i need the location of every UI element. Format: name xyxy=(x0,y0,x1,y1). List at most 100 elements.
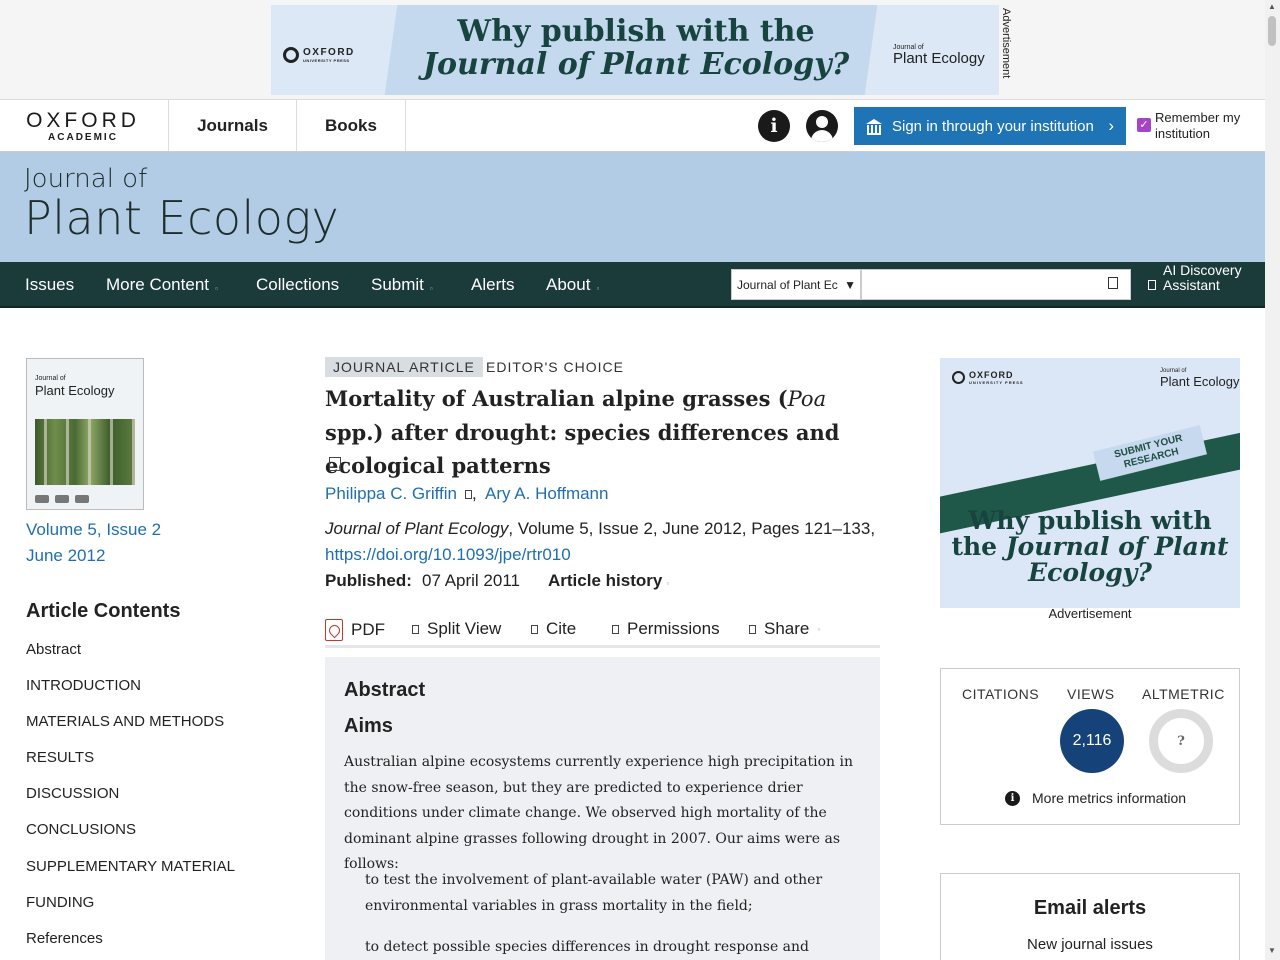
toc-item-references[interactable]: References xyxy=(26,930,103,947)
toc-item-funding[interactable]: FUNDING xyxy=(26,894,94,911)
nav-about[interactable]: About ▫ xyxy=(546,275,599,295)
views-label: VIEWS xyxy=(1067,686,1115,702)
toc-item-conclusions[interactable]: CONCLUSIONS xyxy=(26,821,136,838)
search-icon[interactable] xyxy=(1108,277,1118,289)
toc-item-discussion[interactable]: DISCUSSION xyxy=(26,785,119,802)
permissions-button[interactable]: Permissions xyxy=(612,619,720,639)
nav-submit[interactable]: Submit ▫ xyxy=(371,275,433,295)
search-scope-value: Journal of Plant Ec xyxy=(737,277,838,292)
split-view-label: Split View xyxy=(427,619,502,638)
side-ad-headline-italic: Journal of Plant Ecology? xyxy=(1005,532,1229,587)
email-alerts-title: Email alerts xyxy=(1033,897,1147,919)
scroll-up-arrow-icon[interactable]: ▲ xyxy=(1268,2,1276,11)
volume-issue-link[interactable]: Volume 5, Issue 2 xyxy=(26,520,161,540)
altmetric-donut[interactable]: ? xyxy=(1149,709,1213,773)
search-scope-select[interactable]: Journal of Plant Ec ▼ xyxy=(731,269,861,300)
chevron-down-icon: ▫ xyxy=(215,283,218,293)
journal-title[interactable]: Journal of Plant Ecology xyxy=(24,165,339,243)
article-history-toggle[interactable]: Article history ▫ xyxy=(548,571,669,591)
nav-books[interactable]: Books xyxy=(296,100,406,151)
citation-journal: Journal of Plant Ecology xyxy=(325,519,509,538)
scroll-thumb[interactable] xyxy=(1268,16,1276,46)
ad-headline: Why publish with the Journal of Plant Ec… xyxy=(421,15,851,81)
ai-assistant-icon[interactable] xyxy=(1148,280,1156,290)
title-part2: spp.) after drought: species differences… xyxy=(325,420,840,478)
title-part1: Mortality of Australian alpine grasses ( xyxy=(325,386,788,411)
advertisement-label: Advertisement xyxy=(1000,8,1012,79)
altmetric-label: ALTMETRIC xyxy=(1142,686,1225,702)
share-button[interactable]: Share ▫ xyxy=(749,619,820,639)
side-ad-caption: Advertisement xyxy=(1048,606,1132,621)
toc-item-supplementary[interactable]: SUPPLEMENTARY MATERIAL xyxy=(26,858,235,875)
nav-more-content-label: More Content xyxy=(106,275,209,294)
views-count[interactable]: 2,116 xyxy=(1060,709,1124,773)
split-view-icon xyxy=(412,624,419,634)
toc-item-introduction[interactable]: INTRODUCTION xyxy=(26,677,141,694)
new-issues-alert-link[interactable]: New journal issues xyxy=(940,936,1240,953)
citation-line: Journal of Plant Ecology, Volume 5, Issu… xyxy=(325,519,885,539)
nav-more-content[interactable]: More Content ▫ xyxy=(106,275,218,295)
permissions-label: Permissions xyxy=(627,619,720,638)
published-label: Published: xyxy=(325,571,412,590)
author-info-icon[interactable] xyxy=(464,490,472,500)
remember-checkbox[interactable]: ✓ xyxy=(1137,118,1151,132)
chevron-down-icon: ▫ xyxy=(817,624,821,634)
cover-title-name: Plant Ecology xyxy=(35,383,115,398)
dropdown-arrow-icon: ▼ xyxy=(844,277,856,292)
more-metrics-link[interactable]: More metrics information xyxy=(1032,790,1186,806)
bookmark-icon[interactable] xyxy=(329,457,341,471)
article-type-badge: JOURNAL ARTICLE xyxy=(325,357,483,377)
journal-cover[interactable]: Journal of Plant Ecology xyxy=(26,358,144,510)
share-label: Share xyxy=(764,619,810,638)
toc-item-results[interactable]: RESULTS xyxy=(26,749,94,766)
logo-sub: ACADEMIC xyxy=(48,132,118,143)
author-hoffmann[interactable]: Ary A. Hoffmann xyxy=(485,484,608,504)
nav-alerts[interactable]: Alerts xyxy=(471,275,514,295)
citation-details: , Volume 5, Issue 2, June 2012, Pages 12… xyxy=(508,519,876,538)
aims-heading: Aims xyxy=(344,715,393,737)
nav-submit-label: Submit xyxy=(371,275,424,294)
remember-label: Remember my institution xyxy=(1155,110,1241,141)
nav-collections-label: Collections xyxy=(256,275,340,294)
doi-link[interactable]: https://doi.org/10.1093/jpe/rtr010 xyxy=(325,545,571,565)
share-icon xyxy=(749,624,756,634)
pdf-icon xyxy=(325,619,343,641)
pdf-button[interactable]: PDF xyxy=(325,619,385,641)
ai-discovery-assistant[interactable]: AI Discovery Assistant xyxy=(1163,263,1243,293)
journal-title-line2: Plant Ecology xyxy=(24,191,340,245)
author-griffin[interactable]: Philippa C. Griffin, xyxy=(325,484,477,504)
permissions-icon xyxy=(612,624,619,634)
split-view-button[interactable]: Split View xyxy=(412,619,501,639)
account-icon[interactable] xyxy=(806,110,838,142)
journal-title-line1: Journal of xyxy=(24,164,148,194)
nav-journals[interactable]: Journals xyxy=(168,100,296,151)
toc-item-methods[interactable]: MATERIALS AND METHODS xyxy=(26,713,224,730)
cover-photo xyxy=(35,419,135,485)
toc-item-abstract[interactable]: Abstract xyxy=(26,641,81,658)
nav-collections[interactable]: Collections xyxy=(256,275,339,295)
article-history-label: Article history xyxy=(548,571,663,590)
article-title: Mortality of Australian alpine grasses (… xyxy=(325,382,885,482)
ad-journal-name: Plant Ecology xyxy=(893,50,985,67)
scrollbar[interactable] xyxy=(1265,0,1280,960)
oxford-academic-logo[interactable]: OXFORD ACADEMIC xyxy=(24,109,142,144)
side-ad-headline-1: Why publish with xyxy=(968,506,1212,535)
abstract-heading: Abstract xyxy=(344,679,426,701)
cite-button[interactable]: Cite xyxy=(531,619,576,639)
issue-date-link[interactable]: June 2012 xyxy=(26,546,105,566)
logo-main: OXFORD xyxy=(26,109,140,132)
article-contents-title: Article Contents xyxy=(26,600,181,622)
nav-issues[interactable]: Issues xyxy=(25,275,74,295)
info-icon[interactable]: i xyxy=(758,110,790,142)
search-input[interactable] xyxy=(861,269,1131,300)
sign-in-institution-button[interactable]: Sign in through your institution › xyxy=(854,107,1126,145)
chevron-right-icon: › xyxy=(1108,116,1114,135)
info-icon: i xyxy=(1005,791,1020,806)
top-ad-banner[interactable]: OXFORD UNIVERSITY PRESS Why publish with … xyxy=(271,5,999,95)
side-ad-banner[interactable]: OXFORD UNIVERSITY PRESS Journal of Plant … xyxy=(940,358,1240,608)
aim-item: to test the involvement of plant-availab… xyxy=(365,872,823,914)
scroll-down-arrow-icon[interactable]: ▼ xyxy=(1268,946,1276,955)
oup-logo: OXFORD UNIVERSITY PRESS xyxy=(283,47,355,63)
oup-ring-icon xyxy=(952,371,965,384)
published-date: 07 April 2011 xyxy=(422,571,520,590)
